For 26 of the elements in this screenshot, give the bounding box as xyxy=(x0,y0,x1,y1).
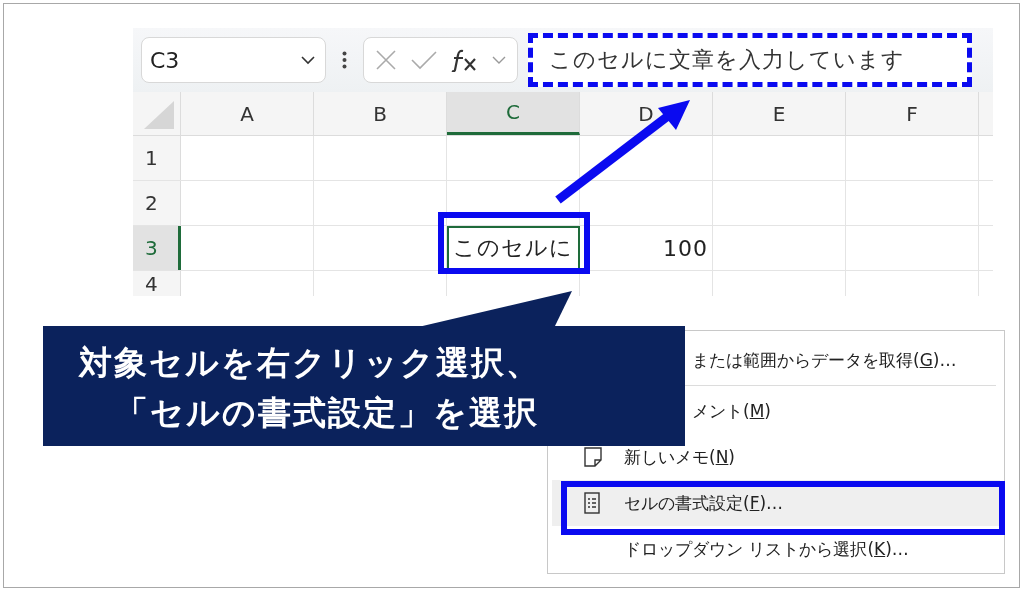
chevron-down-icon[interactable] xyxy=(492,55,507,65)
row-header[interactable]: 2 xyxy=(133,181,181,225)
format-cells-icon xyxy=(584,492,600,514)
row-header[interactable]: 4 xyxy=(133,271,181,296)
callout-text: 対象セルを右クリック選択、 xyxy=(79,342,542,384)
formula-field[interactable]: このセルに文章を入力しています xyxy=(528,33,972,87)
cancel-icon[interactable] xyxy=(374,49,397,71)
column-header[interactable]: A xyxy=(181,92,314,135)
table-cell[interactable]: 100 xyxy=(580,226,713,270)
check-icon[interactable] xyxy=(410,50,437,70)
chevron-down-icon xyxy=(301,55,315,65)
column-header[interactable]: F xyxy=(846,92,979,135)
row-header[interactable]: 3 xyxy=(133,226,181,270)
note-icon xyxy=(584,447,602,467)
column-header[interactable]: C xyxy=(447,92,580,135)
table-cell[interactable]: このセルに xyxy=(447,226,580,270)
name-box[interactable]: C3 xyxy=(141,37,326,83)
row-header[interactable]: 1 xyxy=(133,136,181,180)
column-header[interactable]: E xyxy=(713,92,846,135)
function-icon[interactable] xyxy=(450,48,479,72)
menu-item[interactable]: または範囲からデータを取得(G)… xyxy=(692,346,957,374)
callout-text: 「セルの書式設定」を選択 xyxy=(114,392,540,434)
menu-item[interactable]: ドロップダウン リストから選択(K)… xyxy=(548,526,1004,572)
menu-item[interactable]: 新しいメモ(N) xyxy=(548,434,1004,480)
more-icon[interactable] xyxy=(342,51,347,69)
menu-item[interactable]: メント(M) xyxy=(692,397,771,425)
